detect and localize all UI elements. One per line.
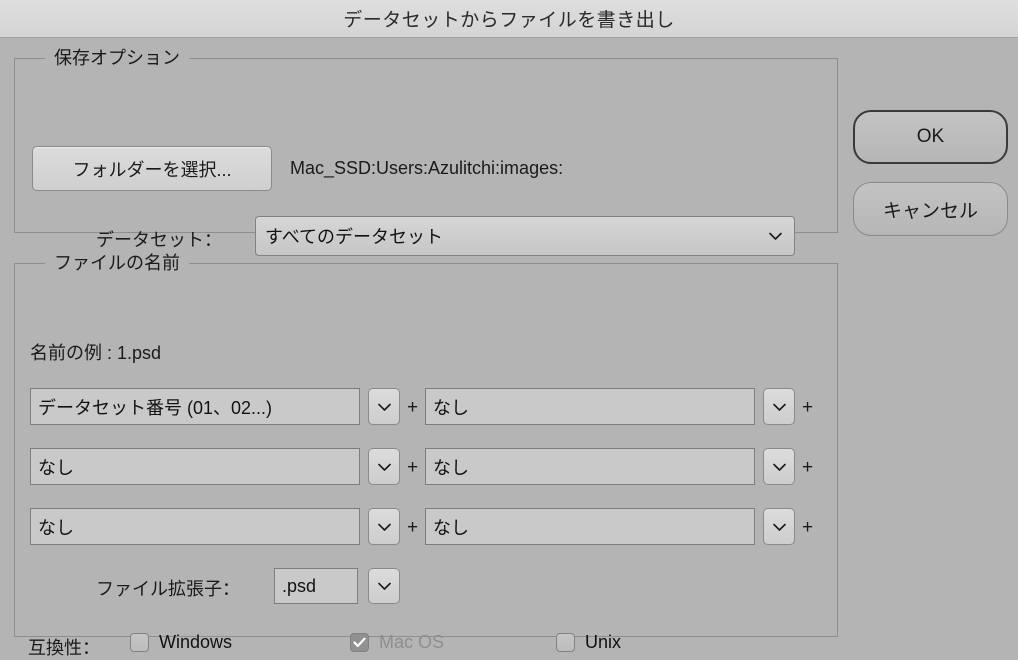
compatibility-checkbox-windows[interactable]: Windows [130, 632, 232, 653]
file-naming-legend: ファイルの名前 [45, 253, 189, 273]
compatibility-checkbox-unix[interactable]: Unix [556, 632, 621, 653]
naming-row-1-right-dropdown-button[interactable] [763, 448, 795, 485]
chevron-down-icon [772, 403, 786, 411]
naming-row-0-right-field[interactable]: なし [425, 388, 755, 425]
naming-row-2-left-dropdown-button[interactable] [368, 508, 400, 545]
dataset-label: データセット： [96, 230, 222, 250]
ok-button-label: OK [916, 126, 945, 147]
naming-row-2-plus-left: + [407, 517, 419, 538]
choose-folder-button[interactable]: フォルダーを選択... [32, 146, 272, 191]
file-extension-field[interactable]: .psd [274, 568, 358, 604]
naming-row-1-left-value: なし [38, 457, 74, 478]
checkbox-box [130, 633, 149, 652]
chevron-down-icon [377, 403, 391, 411]
chevron-down-icon [769, 232, 782, 240]
sample-name-text: 名前の例 : 1.psd [30, 343, 162, 363]
naming-row-2-right-field[interactable]: なし [425, 508, 755, 545]
file-extension-label: ファイル拡張子： [96, 579, 240, 599]
compatibility-unix-label: Unix [585, 632, 622, 652]
naming-row-0-left-dropdown-button[interactable] [368, 388, 400, 425]
naming-row-0-left-field[interactable]: データセット番号 (01、02...) [30, 388, 360, 425]
dataset-selected-value: すべてのデータセット [265, 227, 444, 247]
naming-row-1-left-dropdown-button[interactable] [368, 448, 400, 485]
naming-row-2-plus-right: + [802, 517, 814, 538]
ok-button[interactable]: OK [853, 110, 1008, 164]
naming-row-1-right-field[interactable]: なし [425, 448, 755, 485]
chevron-down-icon [377, 463, 391, 471]
file-extension-value: .psd [282, 575, 317, 596]
naming-row-1-plus-left: + [407, 457, 419, 478]
naming-row-0-left-value: データセット番号 (01、02...) [38, 397, 273, 418]
naming-row-0-plus-right: + [802, 397, 814, 418]
naming-row-1-left-field[interactable]: なし [30, 448, 360, 485]
naming-row-2-right-dropdown-button[interactable] [763, 508, 795, 545]
cancel-button-label: キャンセル [882, 200, 978, 222]
naming-row-0-right-dropdown-button[interactable] [763, 388, 795, 425]
naming-row-0-right-value: なし [433, 397, 469, 418]
window-titlebar: データセットからファイルを書き出し [0, 0, 1018, 38]
compatibility-label: 互換性： [28, 638, 100, 658]
chevron-down-icon [772, 463, 786, 471]
dialog-body: 保存オプション フォルダーを選択... Mac_SSD:Users:Azulit… [0, 38, 1018, 658]
compatibility-checkbox-macos[interactable]: Mac OS [350, 632, 444, 653]
naming-row-0-plus-left: + [407, 397, 419, 418]
chevron-down-icon [377, 523, 391, 531]
choose-folder-label: フォルダーを選択... [72, 159, 232, 180]
naming-row-2-left-field[interactable]: なし [30, 508, 360, 545]
file-extension-dropdown-button[interactable] [368, 568, 400, 604]
naming-row-2-left-value: なし [38, 517, 74, 538]
folder-path-text: Mac_SSD:Users:Azulitchi:images: [290, 158, 564, 178]
window-title: データセットからファイルを書き出し [343, 10, 675, 31]
checkbox-box [350, 633, 369, 652]
chevron-down-icon [772, 523, 786, 531]
compatibility-windows-label: Windows [159, 632, 233, 652]
naming-row-2-right-value: なし [433, 517, 469, 538]
chevron-down-icon [377, 582, 391, 590]
naming-row-1-right-value: なし [433, 457, 469, 478]
checkbox-box [556, 633, 575, 652]
compatibility-macos-label: Mac OS [379, 632, 445, 652]
cancel-button[interactable]: キャンセル [853, 182, 1008, 236]
save-options-legend: 保存オプション [45, 48, 189, 68]
dataset-select[interactable]: すべてのデータセット [255, 216, 795, 256]
naming-row-1-plus-right: + [802, 457, 814, 478]
check-icon [353, 637, 366, 648]
